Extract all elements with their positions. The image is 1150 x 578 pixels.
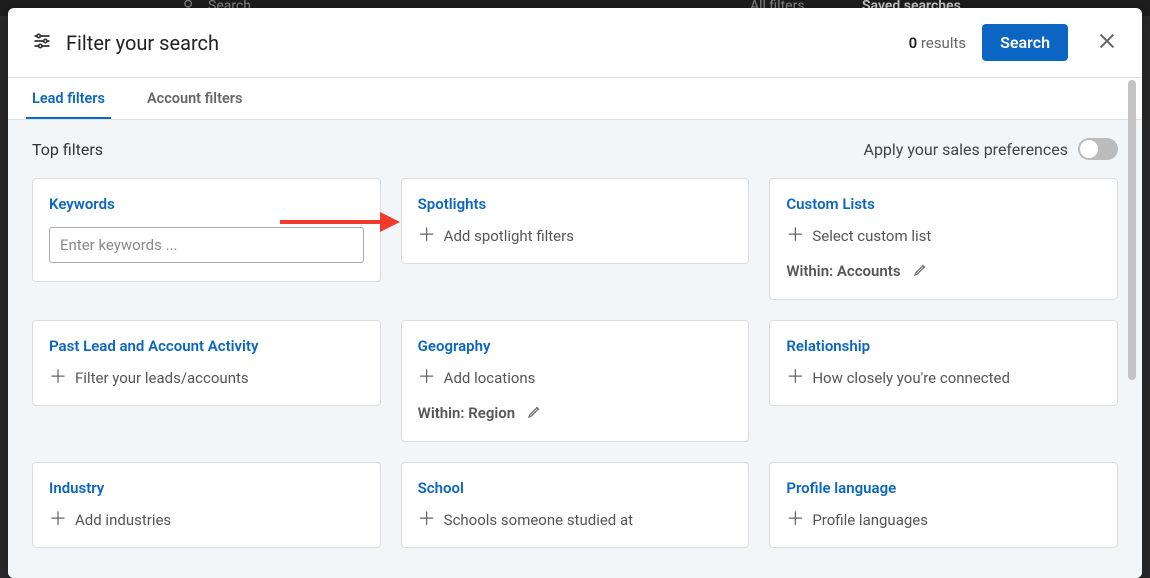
how-connected[interactable]: ＋ How closely you're connected xyxy=(786,369,1101,387)
select-custom-list[interactable]: ＋ Select custom list xyxy=(786,227,1101,245)
action-label: Schools someone studied at xyxy=(444,511,633,529)
scrollbar-thumb[interactable] xyxy=(1128,80,1136,380)
plus-icon: ＋ xyxy=(786,227,804,245)
filter-icon xyxy=(32,31,52,55)
pencil-icon[interactable] xyxy=(913,261,929,281)
card-title-school: School xyxy=(418,479,733,497)
add-profile-langs[interactable]: ＋ Profile languages xyxy=(786,511,1101,529)
action-label: How closely you're connected xyxy=(812,369,1010,387)
tabs: Lead filters Account filters xyxy=(8,78,1142,120)
action-label: Select custom list xyxy=(812,227,931,245)
card-profile-lang: Profile language ＋ Profile languages xyxy=(769,462,1118,548)
plus-icon: ＋ xyxy=(49,369,67,387)
card-geography: Geography ＋ Add locations Within: Region xyxy=(401,320,750,442)
action-label: Add industries xyxy=(75,511,171,529)
add-schools[interactable]: ＋ Schools someone studied at xyxy=(418,511,733,529)
keywords-input[interactable] xyxy=(49,227,364,263)
add-spotlights[interactable]: ＋ Add spotlight filters xyxy=(418,227,733,245)
results-label: results xyxy=(921,34,966,52)
modal-title: Filter your search xyxy=(66,31,219,55)
card-title-spotlights: Spotlights xyxy=(418,195,733,213)
card-title-relationship: Relationship xyxy=(786,337,1101,355)
pencil-icon[interactable] xyxy=(527,403,543,423)
add-locations[interactable]: ＋ Add locations xyxy=(418,369,733,387)
card-title-profile-lang: Profile language xyxy=(786,479,1101,497)
action-label: Add locations xyxy=(444,369,536,387)
plus-icon: ＋ xyxy=(418,227,436,245)
geography-scope: Within: Region xyxy=(418,403,733,423)
prefs-row: Top filters Apply your sales preferences xyxy=(32,138,1118,160)
card-industry: Industry ＋ Add industries xyxy=(32,462,381,548)
card-keywords: Keywords xyxy=(32,178,381,282)
add-industries[interactable]: ＋ Add industries xyxy=(49,511,364,529)
close-icon[interactable] xyxy=(1096,30,1118,56)
card-relationship: Relationship ＋ How closely you're connect… xyxy=(769,320,1118,406)
action-label: Filter your leads/accounts xyxy=(75,369,249,387)
results-text: 0 results xyxy=(909,34,967,52)
action-label: Add spotlight filters xyxy=(444,227,574,245)
plus-icon: ＋ xyxy=(418,511,436,529)
card-title-keywords: Keywords xyxy=(49,195,364,213)
card-custom-lists: Custom Lists ＋ Select custom list Within:… xyxy=(769,178,1118,300)
filter-modal: Filter your search 0 results Search Lead… xyxy=(8,8,1142,578)
search-button[interactable]: Search xyxy=(982,24,1068,61)
card-title-past-activity: Past Lead and Account Activity xyxy=(49,337,364,355)
prefs-label: Apply your sales preferences xyxy=(864,140,1069,159)
tab-lead-filters[interactable]: Lead filters xyxy=(26,78,111,119)
action-label: Profile languages xyxy=(812,511,928,529)
card-school: School ＋ Schools someone studied at xyxy=(401,462,750,548)
modal-header: Filter your search 0 results Search xyxy=(8,8,1142,78)
custom-lists-scope: Within: Accounts xyxy=(786,261,1101,281)
results-count: 0 xyxy=(909,34,918,52)
filter-grid: Keywords Spotlights ＋ Add spotlight filte… xyxy=(32,178,1118,548)
plus-icon: ＋ xyxy=(49,511,67,529)
section-title: Top filters xyxy=(32,140,103,159)
tab-account-filters[interactable]: Account filters xyxy=(141,78,248,119)
plus-icon: ＋ xyxy=(786,511,804,529)
card-title-industry: Industry xyxy=(49,479,364,497)
modal-body: Top filters Apply your sales preferences… xyxy=(8,120,1142,578)
plus-icon: ＋ xyxy=(786,369,804,387)
card-spotlights: Spotlights ＋ Add spotlight filters xyxy=(401,178,750,264)
card-title-custom-lists: Custom Lists xyxy=(786,195,1101,213)
plus-icon: ＋ xyxy=(418,369,436,387)
filter-leads-accounts[interactable]: ＋ Filter your leads/accounts xyxy=(49,369,364,387)
card-past-activity: Past Lead and Account Activity ＋ Filter y… xyxy=(32,320,381,406)
card-title-geography: Geography xyxy=(418,337,733,355)
prefs-toggle[interactable] xyxy=(1078,138,1118,160)
